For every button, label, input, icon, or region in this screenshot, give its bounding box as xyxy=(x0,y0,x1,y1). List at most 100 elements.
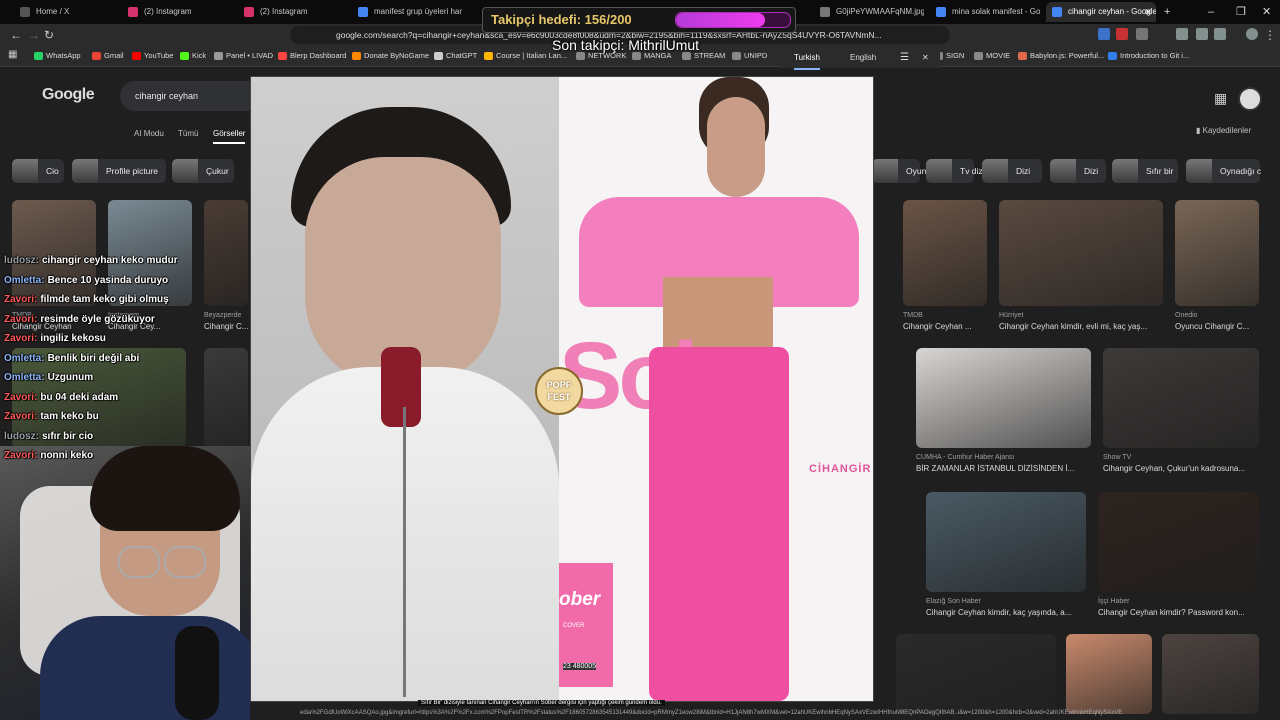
image-result[interactable] xyxy=(903,200,987,306)
close-icon[interactable]: ✕ xyxy=(922,48,929,68)
follower-goal: Takipçi hedefi: 156/200 xyxy=(482,7,796,33)
tab-ai-mode[interactable]: AI Modu xyxy=(134,129,164,138)
avatar[interactable] xyxy=(1238,87,1262,111)
new-tab-button[interactable]: + xyxy=(1164,0,1170,24)
bookmark-item[interactable]: YouTube xyxy=(132,46,173,66)
extension-icon[interactable] xyxy=(1098,28,1110,40)
browser-tab[interactable]: G0jiPeYWMAAFqNM.jpg (1... xyxy=(814,2,924,22)
chat-message: Zavori: resimde öyle gözükuyor xyxy=(4,314,155,325)
browser-tab[interactable]: mina solak manifest - Goo... xyxy=(930,2,1040,22)
bookmark-item[interactable]: ChatGPT xyxy=(434,46,477,66)
browser-tab[interactable]: manifest grup üyeleri hangi xyxy=(352,2,462,22)
chat-message: Zavori: ingiliz kekosu xyxy=(4,333,106,344)
tab-all[interactable]: Tümü xyxy=(178,129,198,138)
bookmark-item[interactable]: UNIPD xyxy=(732,46,767,66)
bookmark-item[interactable]: MOVIE xyxy=(974,46,1010,66)
related-search-chip[interactable]: Oynadığı c xyxy=(1186,159,1261,183)
bookmark-item[interactable]: Introduction to Git i... xyxy=(1108,46,1189,66)
chat-text: bu 04 deki adam xyxy=(40,392,119,403)
chip-thumbnail xyxy=(872,159,898,183)
image-result[interactable] xyxy=(1098,492,1259,592)
browser-tab[interactable]: (2) Instagram xyxy=(122,2,230,22)
minimize-button[interactable]: – xyxy=(1208,0,1214,24)
image-result[interactable] xyxy=(999,200,1163,306)
webcam-overlay xyxy=(0,446,250,720)
apps-grid-icon[interactable]: ▦ xyxy=(1214,90,1227,107)
profile-icon[interactable] xyxy=(1246,28,1258,40)
lang-turkish[interactable]: Turkish xyxy=(794,48,820,70)
related-search-chip[interactable]: Oyuncu xyxy=(872,159,935,183)
image-result[interactable] xyxy=(896,634,1056,714)
reload-icon[interactable]: ↻ xyxy=(44,26,54,44)
tab-label: (2) Instagram xyxy=(260,7,308,16)
chat-username: Omletta: xyxy=(4,372,45,383)
bookmark-icon xyxy=(214,52,223,60)
chat-text: resimde öyle gözükuyor xyxy=(40,314,155,325)
close-window-button[interactable]: ✕ xyxy=(1262,0,1271,24)
sidepanel-icon[interactable] xyxy=(1196,28,1208,40)
lang-english[interactable]: English xyxy=(850,48,876,68)
image-preview[interactable]: Sobe CİHANGİR ober COVER 23 480005 POPF … xyxy=(250,76,874,702)
bookmark-item[interactable]: Panel • LIVAD xyxy=(214,46,273,66)
image-result[interactable] xyxy=(926,492,1086,592)
menu-kebab-icon[interactable]: ⋮ xyxy=(1264,26,1276,44)
media-icon[interactable] xyxy=(1176,28,1188,40)
bookmark-item[interactable]: WhatsApp xyxy=(34,46,81,66)
downloads-icon[interactable] xyxy=(1214,28,1226,40)
browser-tab[interactable]: Home / X xyxy=(14,2,116,22)
chat-username: Omletta: xyxy=(4,353,45,364)
image-result[interactable] xyxy=(916,348,1091,448)
related-search-chip[interactable]: Dizi xyxy=(1050,159,1106,183)
result-title[interactable]: Oyuncu Cihangir C... xyxy=(1175,322,1249,331)
browser-tab[interactable]: (2) Instagram xyxy=(238,2,346,22)
result-title[interactable]: Cihangir Ceyhan ... xyxy=(903,322,971,331)
image-result[interactable] xyxy=(204,200,248,306)
result-title[interactable]: Cihangir Ceyhan kimdir, kaç yaşında, a..… xyxy=(926,608,1071,617)
result-title[interactable]: Cihangir C... xyxy=(204,322,248,331)
apps-grid-icon[interactable]: ▦ xyxy=(8,46,17,64)
result-title[interactable]: BİR ZAMANLAR İSTANBUL DİZİSİNDEN İ... xyxy=(916,464,1074,473)
image-result[interactable] xyxy=(204,348,248,448)
related-search-chip[interactable]: Profile picture xyxy=(72,159,166,183)
image-result[interactable] xyxy=(108,200,192,306)
bookmark-item[interactable]: Babylon.js: Powerful... xyxy=(1018,46,1104,66)
glasses-right xyxy=(164,546,206,578)
extension-icon[interactable] xyxy=(1136,28,1148,40)
chat-username: Zavori: xyxy=(4,294,38,305)
close-tab-icon[interactable]: ✕ xyxy=(1144,2,1152,22)
related-search-chip[interactable]: Dizi xyxy=(982,159,1042,183)
bookmark-icon xyxy=(732,52,741,60)
related-search-chip[interactable]: Sıfır bir xyxy=(1112,159,1178,183)
related-search-chip[interactable]: Çukur xyxy=(172,159,234,183)
chat-text: Uzgunum xyxy=(47,372,94,383)
tab-images[interactable]: Görseller xyxy=(213,129,246,144)
chip-label: Cio xyxy=(46,166,59,176)
result-title[interactable]: Cihangir Ceyhan kimdir, evli mi, kaç yaş… xyxy=(999,322,1147,331)
bookmark-icon xyxy=(180,52,189,60)
bookmark-item[interactable]: Donate ByNoGame xyxy=(352,46,429,66)
back-icon[interactable]: ← xyxy=(10,26,22,44)
image-result[interactable] xyxy=(1103,348,1259,448)
image-result[interactable] xyxy=(1066,634,1152,714)
extension-icon[interactable] xyxy=(1116,28,1128,40)
maximize-button[interactable]: ❐ xyxy=(1236,0,1246,24)
related-search-chip[interactable]: Tv dizileri xyxy=(926,159,996,183)
menu-icon[interactable]: ☰ xyxy=(900,48,909,68)
tab-label: (2) Instagram xyxy=(144,7,192,16)
tab-label: G0jiPeYWMAAFqNM.jpg (1... xyxy=(836,7,924,16)
forward-icon[interactable]: → xyxy=(28,26,40,44)
related-search-chip[interactable]: Cio xyxy=(12,159,64,183)
image-result[interactable] xyxy=(1162,634,1259,714)
image-result[interactable] xyxy=(12,200,96,306)
google-logo[interactable]: Google xyxy=(42,86,95,104)
browser-tab[interactable]: cihangir ceyhan - Google ✕ xyxy=(1046,2,1156,22)
saved-link[interactable]: ▮ Kaydedilenler xyxy=(1196,126,1251,135)
collar xyxy=(381,347,421,427)
bookmark-item[interactable]: Kick xyxy=(180,46,206,66)
result-title[interactable]: Cihangir Ceyhan, Çukur'un kadrosuna... xyxy=(1103,464,1245,473)
bookmark-item[interactable]: Blerp Dashboard xyxy=(278,46,346,66)
bookmark-item[interactable]: Gmail xyxy=(92,46,124,66)
chat-message: Zavori: bu 04 deki adam xyxy=(4,392,118,403)
result-title[interactable]: Cihangir Ceyhan kimdir? Password kon... xyxy=(1098,608,1245,617)
image-result[interactable] xyxy=(1175,200,1259,306)
